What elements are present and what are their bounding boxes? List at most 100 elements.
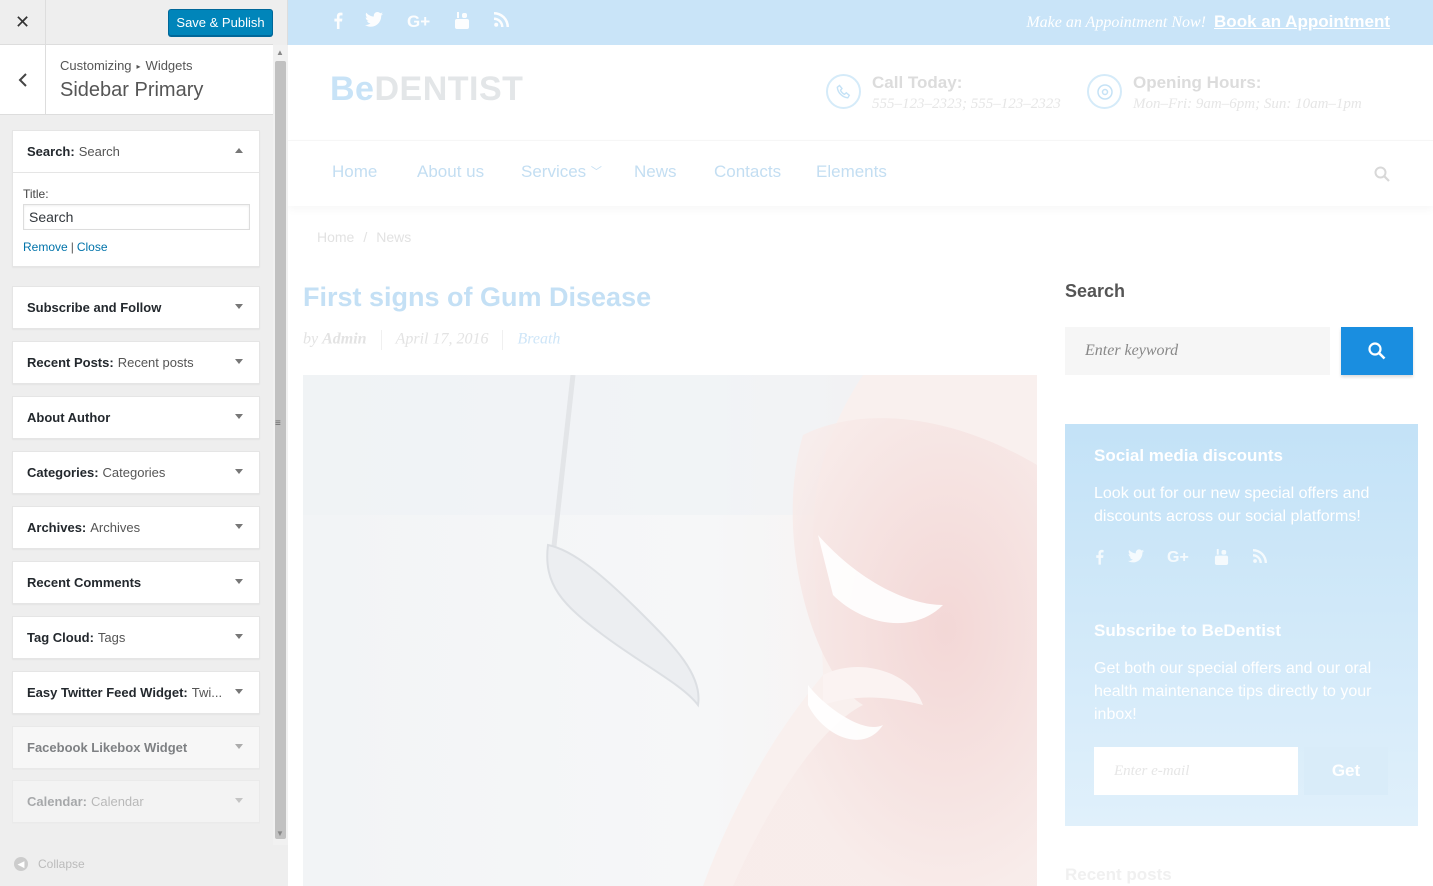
nav-home[interactable]: Home	[332, 162, 377, 182]
search-icon[interactable]	[1374, 166, 1390, 187]
site-logo[interactable]: BeDENTIST	[330, 70, 523, 109]
page-breadcrumb: Home / News	[317, 229, 411, 245]
widget-tag-cloud[interactable]: Tag Cloud: Tags	[12, 616, 260, 659]
widget-recent-posts[interactable]: Recent Posts: Recent posts	[12, 341, 260, 384]
actions-separator: |	[70, 240, 74, 254]
widget-subtitle: Calendar	[90, 794, 144, 809]
widget-recent-comments[interactable]: Recent Comments	[12, 561, 260, 604]
collapse-button[interactable]: ◀ Collapse	[14, 857, 85, 871]
widget-about-author[interactable]: About Author	[12, 396, 260, 439]
email-field[interactable]	[1094, 747, 1298, 795]
youtube-icon[interactable]	[1214, 549, 1229, 570]
scrollbar[interactable]: ▲ ▼	[273, 45, 288, 845]
widget-name: Recent Posts:	[27, 355, 114, 370]
expand-arrow-icon[interactable]	[235, 524, 243, 529]
breadcrumb-current: News	[376, 229, 412, 245]
scroll-down-icon[interactable]: ▼	[276, 829, 284, 838]
breadcrumb-separator: /	[363, 229, 368, 245]
widget-search[interactable]: Search:Search Title: Remove|Close	[12, 130, 260, 267]
meta-author[interactable]: Admin	[322, 331, 366, 348]
collapse-label: Collapse	[38, 857, 85, 871]
widget-name: About Author	[27, 410, 111, 425]
post-featured-image[interactable]	[303, 375, 1037, 886]
widget-title-input[interactable]	[23, 204, 250, 230]
widget-facebook-likebox[interactable]: Facebook Likebox Widget	[12, 726, 260, 769]
widget-categories[interactable]: Categories: Categories	[12, 451, 260, 494]
rss-icon[interactable]	[494, 12, 509, 32]
title-label: Title:	[23, 187, 49, 201]
scrollbar-thumb[interactable]	[275, 61, 286, 839]
book-appointment-link[interactable]: Book an Appointment	[1214, 12, 1390, 32]
twitter-icon[interactable]	[365, 12, 383, 32]
close-link[interactable]: Close	[77, 240, 108, 254]
facebook-icon[interactable]	[1095, 549, 1104, 570]
expand-arrow-icon[interactable]	[235, 304, 243, 309]
widget-title[interactable]: Search: Search	[13, 131, 259, 172]
google-plus-icon[interactable]: G+	[407, 12, 430, 32]
widget-subtitle: Recent posts	[117, 355, 194, 370]
sidebar-search-button[interactable]	[1341, 327, 1413, 375]
clock-icon	[1087, 74, 1122, 109]
widget-name: Subscribe and Follow	[27, 300, 162, 315]
google-plus-icon[interactable]: G+	[1167, 549, 1189, 567]
widget-subtitle: Categories	[102, 465, 166, 480]
promo-text-subscribe: Get both our special offers and our oral…	[1094, 660, 1372, 723]
expand-arrow-icon[interactable]	[235, 414, 243, 419]
collapse-arrow-icon[interactable]	[235, 148, 243, 153]
scroll-up-icon[interactable]: ▲	[276, 48, 284, 57]
expand-arrow-icon[interactable]	[235, 579, 243, 584]
promo-widget: Social media discounts Look out for our …	[1065, 424, 1418, 826]
youtube-icon[interactable]	[454, 12, 470, 34]
back-icon[interactable]	[0, 45, 46, 114]
customizer-header: ✕ Save & Publish	[0, 0, 273, 45]
rss-icon[interactable]	[1253, 549, 1267, 568]
widget-archives[interactable]: Archives: Archives	[12, 506, 260, 549]
sidebar-search-title: Search	[1065, 281, 1126, 301]
sidebar-search-input[interactable]	[1065, 327, 1330, 375]
expand-arrow-icon[interactable]	[235, 689, 243, 694]
phone-icon	[826, 74, 861, 109]
resize-handle-icon[interactable]: ≡	[275, 418, 281, 429]
logo-part-be: Be	[330, 70, 375, 108]
breadcrumb-home[interactable]: Home	[317, 229, 354, 245]
widget-calendar[interactable]: Calendar: Calendar	[12, 780, 260, 823]
expand-arrow-icon[interactable]	[235, 359, 243, 364]
nav-contacts[interactable]: Contacts	[714, 162, 781, 182]
meta-divider	[502, 330, 504, 350]
expand-arrow-icon[interactable]	[235, 744, 243, 749]
save-publish-button[interactable]: Save & Publish	[168, 9, 273, 36]
widget-twitter-feed[interactable]: Easy Twitter Feed Widget: Twi...	[12, 671, 260, 714]
expand-arrow-icon[interactable]	[235, 634, 243, 639]
nav-elements[interactable]: Elements	[816, 162, 887, 182]
widget-name: Recent Comments	[27, 575, 142, 590]
breadcrumb: Customizing ▸ Widgets	[60, 58, 193, 73]
widget-name: Easy Twitter Feed Widget:	[27, 685, 188, 700]
post-title[interactable]: First signs of Gum Disease	[303, 282, 651, 313]
expand-arrow-icon[interactable]	[235, 469, 243, 474]
chevron-down-icon: ﹀	[590, 166, 602, 178]
nav-about-us[interactable]: About us	[417, 162, 484, 182]
nav-services[interactable]: Services ﹀	[521, 162, 602, 182]
get-button[interactable]: Get	[1304, 747, 1388, 795]
recent-posts-title: Recent posts	[1065, 865, 1172, 884]
twitter-icon[interactable]	[1128, 549, 1144, 568]
widget-name: Search:	[27, 144, 75, 159]
remove-link[interactable]: Remove	[23, 240, 68, 254]
widget-name: Categories:	[27, 465, 99, 480]
meta-date: April 17, 2016	[395, 330, 489, 348]
promo-heading-discounts: Social media discounts	[1094, 446, 1283, 465]
widget-subtitle: Twi...	[191, 685, 223, 700]
collapse-icon: ◀	[14, 857, 28, 871]
facebook-icon[interactable]	[333, 12, 343, 34]
close-icon[interactable]: ✕	[0, 0, 46, 45]
widget-actions: Remove | Close	[23, 240, 249, 254]
search-icon	[1368, 342, 1386, 360]
logo-part-dentist: DENTIST	[374, 70, 524, 108]
widget-subscribe-follow[interactable]: Subscribe and Follow	[12, 286, 260, 329]
widget-name: Facebook Likebox Widget	[27, 740, 188, 755]
nav-news[interactable]: News	[634, 162, 677, 182]
breadcrumb-widgets: Widgets	[145, 58, 193, 73]
expand-arrow-icon[interactable]	[235, 798, 243, 803]
meta-category[interactable]: Breath	[517, 331, 560, 348]
meta-by: by	[303, 330, 319, 348]
